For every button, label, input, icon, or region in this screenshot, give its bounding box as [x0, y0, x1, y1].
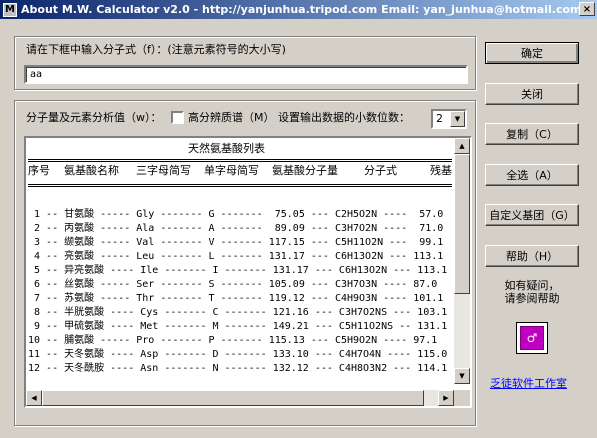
- list-item: 4 -- 亮氨酸 ----- Leu ------- L ------- 131…: [28, 251, 444, 262]
- scroll-up-icon[interactable]: ▲: [454, 138, 470, 154]
- col-header-mass: 氨基酸分子量: [272, 164, 338, 177]
- list-item: 10 -- 脯氨酸 ----- Pro ------- P ------- 11…: [28, 335, 438, 346]
- col-header-one-letter: 单字母简写: [204, 164, 259, 177]
- close-button[interactable]: 关闭: [485, 83, 579, 105]
- formula-label: 请在下框中输入分子式（f）：(注意元素符号的大小写): [26, 43, 286, 56]
- amino-acid-list[interactable]: 天然氨基酸列表 序号 氨基酸名称 三字母简写 单字母简写 氨基酸分子量 分子式 …: [24, 136, 472, 408]
- analysis-label: 分子量及元素分析值（w）：: [26, 111, 162, 124]
- hires-label[interactable]: 高分辨质谱（M）: [188, 109, 275, 125]
- select-all-button[interactable]: 全选（A）: [485, 164, 579, 186]
- ok-button[interactable]: 确定: [485, 42, 579, 64]
- list-item: 2 -- 丙氨酸 ----- Ala ------- A ------- 89.…: [28, 223, 444, 234]
- studio-logo-glyph: ♂: [520, 326, 544, 350]
- list-item: 7 -- 苏氨酸 ----- Thr ------- T ------- 119…: [28, 293, 444, 304]
- list-item: 9 -- 甲硫氨酸 ---- Met ------- M ------- 149…: [28, 321, 448, 332]
- horizontal-scroll-thumb[interactable]: [42, 390, 424, 406]
- window-close-button[interactable]: ×: [579, 2, 595, 16]
- custom-group-button[interactable]: 自定义基团（G）: [485, 204, 579, 226]
- hires-checkbox[interactable]: [171, 111, 184, 124]
- list-heading: 天然氨基酸列表: [188, 142, 265, 155]
- copy-button[interactable]: 复制（C）: [485, 123, 579, 145]
- dropdown-arrow-icon[interactable]: ▼: [450, 111, 465, 127]
- list-item: 12 -- 天冬酰胺 ---- Asn ------- N ------- 13…: [28, 363, 448, 374]
- app-window-icon: M: [3, 2, 17, 17]
- help-hint-line1: 如有疑问，: [504, 279, 560, 292]
- formula-input[interactable]: aa: [24, 65, 468, 84]
- scroll-corner: [454, 390, 470, 406]
- window-title: About M.W. Calculator v2.0 - http://yanj…: [21, 3, 582, 16]
- help-button[interactable]: 帮助（H）: [485, 245, 579, 267]
- vertical-scroll-thumb[interactable]: [454, 154, 470, 294]
- col-header-index: 序号: [28, 164, 50, 177]
- list-item: 5 -- 异亮氨酸 ---- Ile ------- I ------- 131…: [28, 265, 448, 276]
- col-header-three-letter: 三字母简写: [136, 164, 191, 177]
- list-item: 11 -- 天冬氨酸 ---- Asp ------- D ------- 13…: [28, 349, 448, 360]
- list-item: 8 -- 半胱氨酸 ---- Cys ------- C ------- 121…: [28, 307, 448, 318]
- decimals-value: 2: [436, 112, 443, 125]
- decimals-label: 设置输出数据的小数位数：: [278, 111, 410, 124]
- title-bar: M About M.W. Calculator v2.0 - http://ya…: [0, 0, 597, 19]
- list-item: 6 -- 丝氨酸 ----- Ser ------- S ------- 105…: [28, 279, 438, 290]
- list-item: 1 -- 甘氨酸 ----- Gly ------- G ------- 75.…: [28, 209, 444, 220]
- scroll-down-icon[interactable]: ▼: [454, 368, 470, 384]
- list-content: 天然氨基酸列表 序号 氨基酸名称 三字母简写 单字母简写 氨基酸分子量 分子式 …: [28, 140, 452, 386]
- studio-link[interactable]: 乏徒软件工作室: [490, 375, 567, 391]
- col-header-residue: 残基: [430, 164, 452, 177]
- studio-logo-icon: ♂: [516, 322, 548, 354]
- horizontal-scrollbar[interactable]: ◀ ▶: [26, 390, 454, 406]
- col-header-name: 氨基酸名称: [64, 164, 119, 177]
- col-header-formula: 分子式: [364, 164, 397, 177]
- list-rule-lower: [28, 184, 452, 187]
- help-hint-line2: 请参阅帮助: [504, 292, 560, 305]
- scroll-right-icon[interactable]: ▶: [438, 390, 454, 406]
- list-item: 3 -- 缬氨酸 ----- Val ------- V ------- 117…: [28, 237, 444, 248]
- vertical-scrollbar[interactable]: ▲ ▼: [454, 138, 470, 384]
- decimals-select[interactable]: 2 ▼: [431, 109, 467, 129]
- scroll-left-icon[interactable]: ◀: [26, 390, 42, 406]
